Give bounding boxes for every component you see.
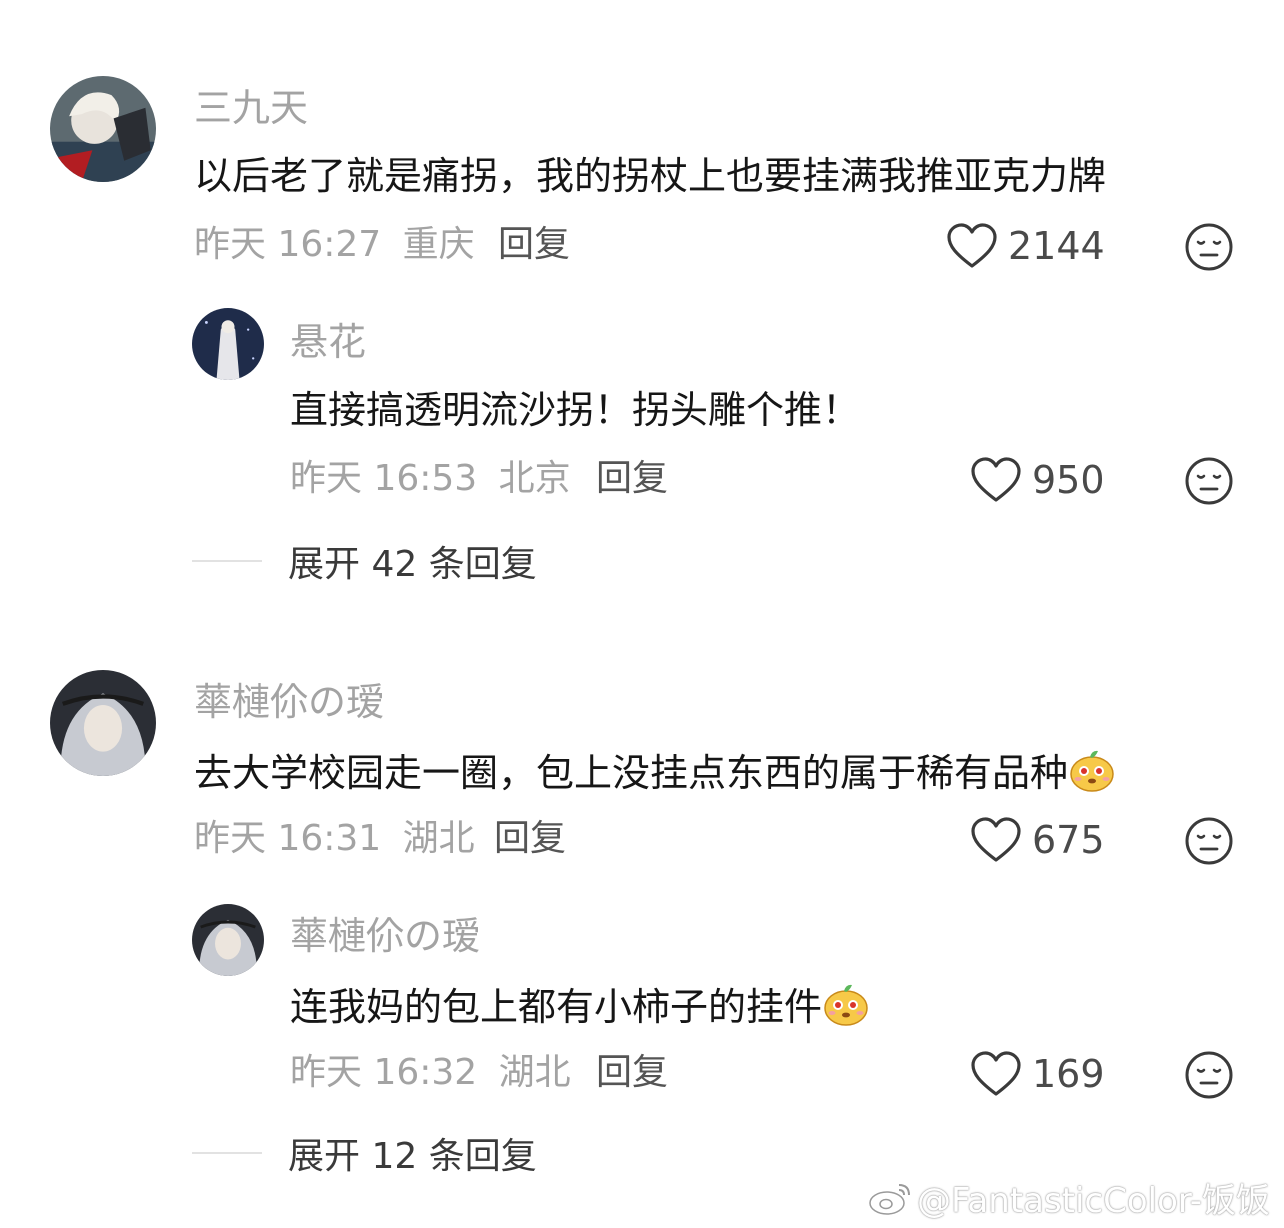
comment-meta: 昨天 16:32 湖北 — [290, 1050, 571, 1096]
comment-meta: 昨天 16:53 北京 — [290, 456, 571, 502]
avatar[interactable] — [192, 308, 264, 380]
avatar-user-icon — [192, 308, 264, 380]
expand-replies-label: 展开 42 条回复 — [288, 544, 537, 585]
comment-location: 湖北 — [402, 818, 475, 859]
like-count: 675 — [1032, 818, 1105, 862]
comment-meta: 昨天 16:27 重庆 — [194, 222, 475, 268]
avatar-user-icon — [50, 76, 156, 182]
heart-icon — [947, 223, 997, 268]
like-button[interactable]: 169 — [970, 1046, 1105, 1102]
comment-text-content: 去大学校园走一圈，包上没挂点东西的属于稀有品种 — [194, 751, 1069, 795]
comment-location: 北京 — [498, 458, 571, 499]
dislike-face-icon — [1185, 457, 1233, 505]
persimmon-emoji-icon — [1070, 750, 1114, 792]
comment-text: 以后老了就是痛拐，我的拐杖上也要挂满我推亚克力牌 — [194, 154, 1107, 198]
heart-icon — [971, 457, 1021, 502]
dislike-button[interactable] — [1184, 222, 1234, 272]
dislike-button[interactable] — [1184, 456, 1234, 506]
dislike-face-icon — [1185, 817, 1233, 865]
like-count: 169 — [1032, 1052, 1105, 1096]
expand-replies-button[interactable]: 展开 42 条回复 — [192, 538, 537, 585]
heart-icon — [971, 1051, 1021, 1096]
comment-time: 昨天 16:53 — [290, 458, 478, 499]
like-count: 2144 — [1008, 224, 1105, 268]
comment-time: 昨天 16:27 — [194, 224, 382, 265]
comment-username[interactable]: 悬花 — [290, 318, 366, 366]
watermark-text: @FantasticColor-饭饭 — [916, 1181, 1270, 1221]
reply-button[interactable]: 回复 — [494, 816, 566, 862]
comment-text: 连我妈的包上都有小柿子的挂件 — [290, 980, 870, 1031]
weibo-logo-icon — [869, 1183, 910, 1215]
divider — [192, 560, 262, 562]
like-count: 950 — [1032, 458, 1105, 502]
expand-replies-button[interactable]: 展开 12 条回复 — [192, 1130, 537, 1177]
persimmon-emoji-icon — [824, 984, 868, 1026]
reply-button[interactable]: 回复 — [596, 1050, 668, 1096]
watermark: @FantasticColor-饭饭 — [867, 1173, 1270, 1222]
dislike-button[interactable] — [1184, 816, 1234, 866]
reply-button[interactable]: 回复 — [596, 456, 668, 502]
comment-username[interactable]: 蕐槤伱の瑷 — [290, 912, 480, 960]
reply-button[interactable]: 回复 — [498, 222, 570, 268]
heart-icon — [971, 817, 1021, 862]
comment-time: 昨天 16:32 — [290, 1052, 478, 1093]
like-button[interactable]: 950 — [970, 452, 1105, 508]
like-button[interactable]: 675 — [970, 812, 1105, 868]
comment-time: 昨天 16:31 — [194, 818, 382, 859]
avatar-user-icon — [192, 904, 264, 976]
comment-text: 直接搞透明流沙拐！拐头雕个推！ — [290, 388, 861, 432]
comment-username[interactable]: 三九天 — [194, 84, 308, 132]
comment-meta: 昨天 16:31 湖北 — [194, 816, 475, 862]
avatar-user-icon — [50, 670, 156, 776]
like-button[interactable]: 2144 — [946, 218, 1105, 274]
comment-username[interactable]: 蕐槤伱の瑷 — [194, 678, 384, 726]
comment-text: 去大学校园走一圈，包上没挂点东西的属于稀有品种 — [194, 746, 1116, 797]
divider — [192, 1152, 262, 1154]
expand-replies-label: 展开 12 条回复 — [288, 1136, 537, 1177]
dislike-face-icon — [1185, 223, 1233, 271]
comment-text-content: 连我妈的包上都有小柿子的挂件 — [290, 985, 823, 1029]
comment-location: 重庆 — [402, 224, 475, 265]
avatar[interactable] — [50, 670, 156, 776]
comment-location: 湖北 — [498, 1052, 571, 1093]
dislike-button[interactable] — [1184, 1050, 1234, 1100]
avatar[interactable] — [192, 904, 264, 976]
dislike-face-icon — [1185, 1051, 1233, 1099]
avatar[interactable] — [50, 76, 156, 182]
